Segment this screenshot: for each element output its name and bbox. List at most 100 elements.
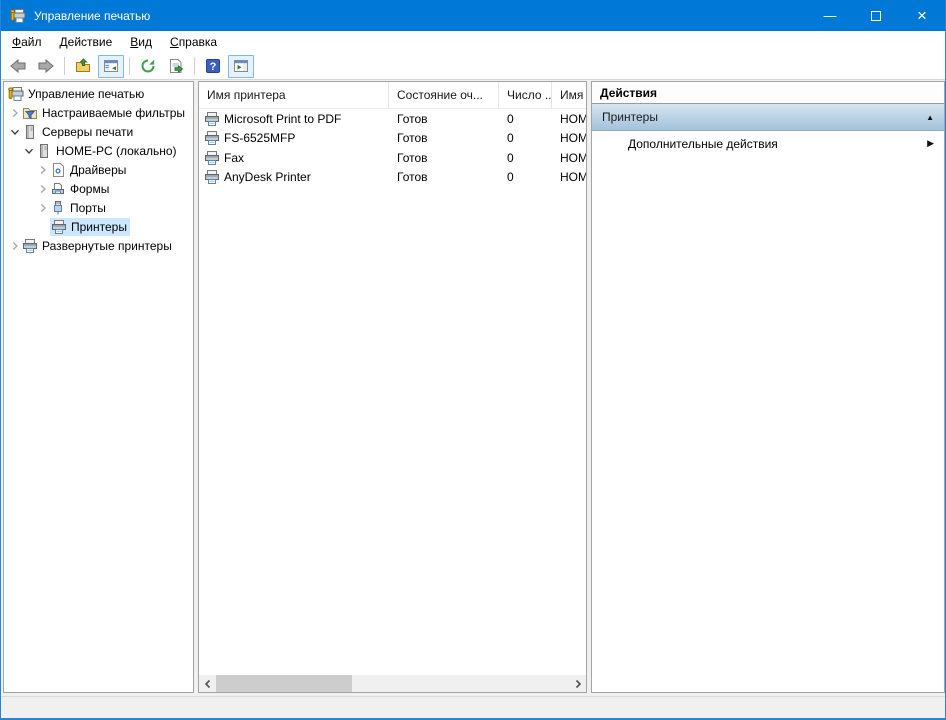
toolbar-separator [194, 57, 195, 75]
server-icon [36, 143, 52, 159]
printer-name: Microsoft Print to PDF [224, 111, 342, 126]
printers-list-pane: Имя принтера Состояние оч... Число ... И… [198, 81, 587, 693]
tree-item-printers[interactable]: Принтеры [4, 217, 193, 236]
forward-arrow-icon [38, 58, 54, 74]
chevron-right-icon[interactable] [36, 182, 50, 196]
printer-jobs: 0 [507, 170, 514, 185]
filter-folder-icon [22, 105, 38, 121]
tree-item-drivers[interactable]: Драйверы [4, 160, 193, 179]
printer-row[interactable]: Microsoft Print to PDF Готов 0 HOME-PC [199, 109, 586, 129]
menu-help[interactable]: Справка [161, 33, 226, 51]
tree-item-forms[interactable]: Формы [4, 179, 193, 198]
tree-item-ports[interactable]: Порты [4, 198, 193, 217]
submenu-arrow-icon: ▶ [927, 138, 934, 148]
actions-pane: Действия Принтеры ▲ Дополнительные дейст… [591, 81, 945, 693]
menu-action[interactable]: Действие [51, 33, 122, 51]
tree-item-label: HOME-PC (локально) [56, 143, 177, 158]
action-pane-toggle-icon [233, 58, 249, 74]
tree-item-label: Серверы печати [42, 124, 134, 139]
printer-server: HOME-PC [560, 131, 586, 146]
chevron-down-icon[interactable] [22, 144, 36, 158]
print-management-icon [8, 86, 24, 102]
forward-button[interactable] [33, 55, 59, 78]
printer-status: Готов [397, 131, 428, 146]
horizontal-scrollbar[interactable] [199, 675, 586, 692]
console-tree-toggle-button[interactable] [98, 54, 124, 78]
scrollbar-thumb[interactable] [216, 675, 352, 692]
chevron-down-icon[interactable] [8, 125, 22, 139]
actions-section-printers[interactable]: Принтеры ▲ [592, 104, 944, 131]
toolbar-separator [129, 57, 130, 75]
minimize-button[interactable]: — [807, 0, 853, 31]
printer-row[interactable]: AnyDesk Printer Готов 0 HOME-PC [199, 168, 586, 188]
menu-bar: Файл Действие Вид Справка [1, 31, 945, 53]
tree-item-label: Принтеры [71, 219, 127, 234]
tree-selection: Принтеры [50, 217, 130, 236]
window-title: Управление печатью [34, 8, 151, 23]
menu-file[interactable]: Файл [3, 33, 51, 51]
up-one-level-button[interactable] [70, 55, 96, 78]
printer-icon [204, 130, 220, 146]
chevron-right-icon[interactable] [8, 239, 22, 253]
printer-row[interactable]: Fax Готов 0 HOME-PC [199, 148, 586, 168]
actions-item-more-actions[interactable]: Дополнительные действия ▶ [592, 131, 944, 156]
tree-item-deployed-printers[interactable]: Развернутые принтеры [4, 236, 193, 255]
forms-icon [50, 181, 66, 197]
list-header: Имя принтера Состояние оч... Число ... И… [199, 82, 586, 109]
tree-item-label: Драйверы [70, 162, 127, 177]
menu-view[interactable]: Вид [121, 33, 161, 51]
action-pane-toggle-button[interactable] [228, 54, 254, 78]
printer-row[interactable]: FS-6525MFP Готов 0 HOME-PC [199, 129, 586, 149]
printer-jobs: 0 [507, 111, 514, 126]
chevron-right-icon[interactable] [36, 163, 50, 177]
printer-status: Готов [397, 150, 428, 165]
actions-item-label: Дополнительные действия [628, 136, 778, 151]
up-one-level-icon [75, 58, 91, 74]
column-header-printer-name[interactable]: Имя принтера [199, 82, 389, 108]
column-header-queue-status[interactable]: Состояние оч... [389, 82, 499, 108]
scroll-left-button[interactable] [199, 675, 216, 692]
driver-icon [50, 162, 66, 178]
deployed-printers-icon [22, 238, 38, 254]
app-printer-icon [10, 8, 26, 24]
back-arrow-icon [10, 58, 26, 74]
status-bar [1, 696, 945, 718]
tree-item-home-pc[interactable]: HOME-PC (локально) [4, 141, 193, 160]
printer-icon [204, 111, 220, 127]
printer-status: Готов [397, 170, 428, 185]
title-bar: Управление печатью — × [1, 0, 945, 31]
refresh-icon [140, 58, 156, 74]
actions-section-label: Принтеры [602, 110, 658, 124]
printer-server: HOME-PC [560, 111, 586, 126]
chevron-right-icon[interactable] [36, 201, 50, 215]
printer-name: Fax [224, 150, 245, 165]
collapse-up-icon[interactable]: ▲ [926, 113, 934, 122]
refresh-button[interactable] [135, 55, 161, 78]
toolbar-separator [64, 57, 65, 75]
actions-pane-title: Действия [592, 82, 944, 104]
toolbar [1, 53, 945, 80]
tree-item-print-management[interactable]: Управление печатью [4, 84, 193, 103]
export-list-button[interactable] [163, 55, 189, 78]
console-tree-toggle-icon [103, 58, 119, 74]
scrollbar-track[interactable] [216, 675, 569, 692]
column-header-jobs[interactable]: Число ... [499, 82, 552, 108]
printer-jobs: 0 [507, 150, 514, 165]
close-button[interactable]: × [899, 0, 945, 31]
printer-icon [51, 219, 67, 235]
tree-item-custom-filters[interactable]: Настраиваемые фильтры [4, 103, 193, 122]
printer-name: FS-6525MFP [224, 131, 296, 146]
printer-server: HOME-PC [560, 170, 586, 185]
help-button[interactable] [200, 55, 226, 78]
tree-item-label: Управление печатью [28, 86, 145, 101]
chevron-right-icon[interactable] [8, 106, 22, 120]
column-header-server-name[interactable]: Имя сервера [552, 82, 586, 108]
maximize-button[interactable] [853, 0, 899, 31]
scroll-right-button[interactable] [569, 675, 586, 692]
tree-item-print-servers[interactable]: Серверы печати [4, 122, 193, 141]
tree-item-label: Настраиваемые фильтры [42, 105, 186, 120]
back-button[interactable] [5, 55, 31, 78]
server-icon [22, 124, 38, 140]
printer-icon [204, 150, 220, 166]
printer-icon [204, 169, 220, 185]
